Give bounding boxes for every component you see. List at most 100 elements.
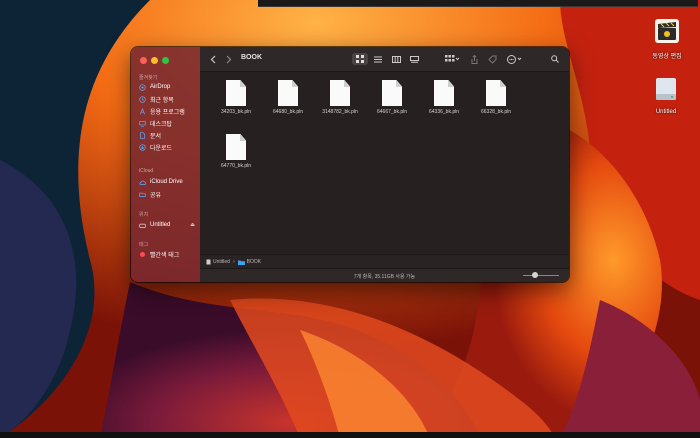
sidebar-item-red-tag[interactable]: 빨간색 태그	[139, 249, 179, 259]
apps-icon	[140, 108, 145, 114]
sidebar-item-label: 데스크탑	[150, 121, 173, 128]
sidebar-section-tags: 태그	[139, 242, 149, 248]
finder-content: BOOK 34203_bk.pln 64680_bk.pln 3148782_b…	[200, 47, 569, 282]
file-name: 64336_bk.pln	[428, 109, 460, 115]
sidebar-section-locations: 위치	[139, 212, 149, 218]
sidebar-item-label: 문서	[150, 133, 162, 140]
minimize-window-button[interactable]	[151, 57, 158, 64]
drive-icon	[206, 259, 211, 265]
file-name: 3148782_bk.pln	[322, 109, 358, 115]
file-name: 64680_bk.pln	[272, 109, 304, 115]
eject-icon[interactable]: ⏏	[190, 222, 195, 228]
desktop-icon-untitled-drive[interactable]: Untitled	[641, 76, 691, 115]
icon-size-slider[interactable]	[523, 275, 559, 276]
tag-button[interactable]	[485, 53, 499, 65]
zoom-window-button[interactable]	[162, 57, 169, 64]
group-by-button[interactable]	[442, 53, 462, 65]
sidebar-item-label: iCloud Drive	[150, 179, 183, 185]
folder-icon	[237, 260, 245, 265]
sidebar-item-label: 최근 항목	[150, 97, 174, 104]
file-name: 34203_bk.pln	[220, 109, 252, 115]
list-view-button[interactable]	[371, 53, 385, 65]
document-icon	[226, 80, 246, 106]
share-button[interactable]	[467, 53, 481, 65]
back-button[interactable]	[208, 53, 218, 65]
gallery-view-button[interactable]	[407, 53, 421, 65]
file-name: 66328_bk.pln	[480, 109, 512, 115]
cloud-icon	[139, 180, 146, 185]
column-view-button[interactable]	[389, 53, 403, 65]
document-icon	[226, 134, 246, 160]
sidebar-item-label: 공유	[150, 192, 162, 199]
desktop-icon-label: 동영상 편집	[652, 54, 682, 60]
finder-window: 즐겨찾기 AirDrop 최근 항목 응용 프로그램 데스크탑 문서 다운로드 …	[131, 47, 569, 282]
sidebar-item-airdrop[interactable]: AirDrop	[139, 82, 170, 92]
forward-button[interactable]	[224, 53, 234, 65]
sidebar-item-documents[interactable]: 문서	[139, 130, 161, 140]
share-icon	[471, 54, 477, 64]
document-icon	[330, 80, 350, 106]
icon-view-button[interactable]	[352, 53, 368, 65]
desktop-icon	[139, 120, 146, 127]
sidebar-item-recents[interactable]: 최근 항목	[139, 94, 174, 104]
file-name: 64667_bk.pln	[376, 109, 408, 115]
sidebar-item-label: 다운로드	[150, 145, 173, 152]
drive-icon	[139, 223, 146, 228]
status-bar: 7개 항목, 35.11GB 사용 가능	[200, 268, 569, 282]
chevron-left-icon	[210, 55, 216, 63]
sidebar-section-icloud: iCloud	[139, 168, 154, 174]
close-window-button[interactable]	[140, 57, 147, 64]
search-button[interactable]	[548, 53, 562, 65]
desktop-icon-video-editor[interactable]: 동영상 편집	[642, 18, 692, 60]
path-drive[interactable]: Untitled	[206, 259, 230, 265]
sidebar-item-applications[interactable]: 응용 프로그램	[139, 106, 185, 116]
sidebar-item-label: Untitled	[150, 222, 171, 228]
grid-icon	[356, 55, 364, 63]
red-tag-icon	[140, 251, 145, 257]
sidebar-item-shared[interactable]: 공유	[139, 189, 161, 199]
window-title: BOOK	[241, 54, 262, 61]
sidebar-item-untitled[interactable]: Untitled ⏏	[139, 220, 195, 230]
file-name: 64770_bk.pln	[220, 163, 252, 169]
file-item[interactable]: 34203_bk.pln	[210, 80, 262, 115]
download-icon	[139, 143, 146, 151]
search-icon	[551, 55, 559, 63]
document-icon	[140, 131, 145, 139]
file-item[interactable]: 3148782_bk.pln	[314, 80, 366, 115]
more-actions-button[interactable]	[505, 53, 525, 65]
sidebar-section-favorites: 즐겨찾기	[139, 75, 158, 81]
file-item[interactable]: 64667_bk.pln	[366, 80, 418, 115]
tag-icon	[487, 55, 496, 64]
sidebar-item-icloud-drive[interactable]: iCloud Drive	[139, 177, 183, 187]
desktop-icon-label: Untitled	[655, 109, 677, 115]
gallery-icon	[409, 55, 419, 63]
shared-folder-icon	[139, 192, 146, 197]
dock-strip	[0, 432, 700, 438]
sidebar-item-desktop[interactable]: 데스크탑	[139, 118, 172, 128]
ellipsis-circle-icon	[507, 54, 522, 64]
sidebar-item-downloads[interactable]: 다운로드	[139, 142, 172, 152]
file-item[interactable]: 66328_bk.pln	[470, 80, 522, 115]
document-icon	[278, 80, 298, 106]
file-item[interactable]: 64336_bk.pln	[418, 80, 470, 115]
sidebar-item-label: AirDrop	[150, 84, 171, 90]
columns-icon	[391, 55, 401, 63]
finder-sidebar: 즐겨찾기 AirDrop 최근 항목 응용 프로그램 데스크탑 문서 다운로드 …	[131, 47, 200, 282]
file-item[interactable]: 64770_bk.pln	[210, 134, 262, 169]
clock-icon	[139, 95, 146, 103]
document-icon	[486, 80, 506, 106]
clapperboard-icon	[655, 19, 679, 43]
path-folder[interactable]: BOOK	[237, 259, 261, 265]
list-icon	[374, 56, 382, 62]
finder-toolbar: BOOK	[200, 47, 569, 72]
path-bar: Untitled › BOOK	[200, 254, 569, 269]
menu-bar	[258, 0, 698, 7]
airdrop-icon	[139, 83, 146, 91]
document-icon	[434, 80, 454, 106]
group-grid-icon	[444, 55, 459, 62]
icon-size-slider-thumb[interactable]	[532, 272, 538, 278]
document-icon	[382, 80, 402, 106]
file-item[interactable]: 64680_bk.pln	[262, 80, 314, 115]
drive-icon	[656, 78, 676, 100]
path-drive-label: Untitled	[213, 259, 230, 265]
